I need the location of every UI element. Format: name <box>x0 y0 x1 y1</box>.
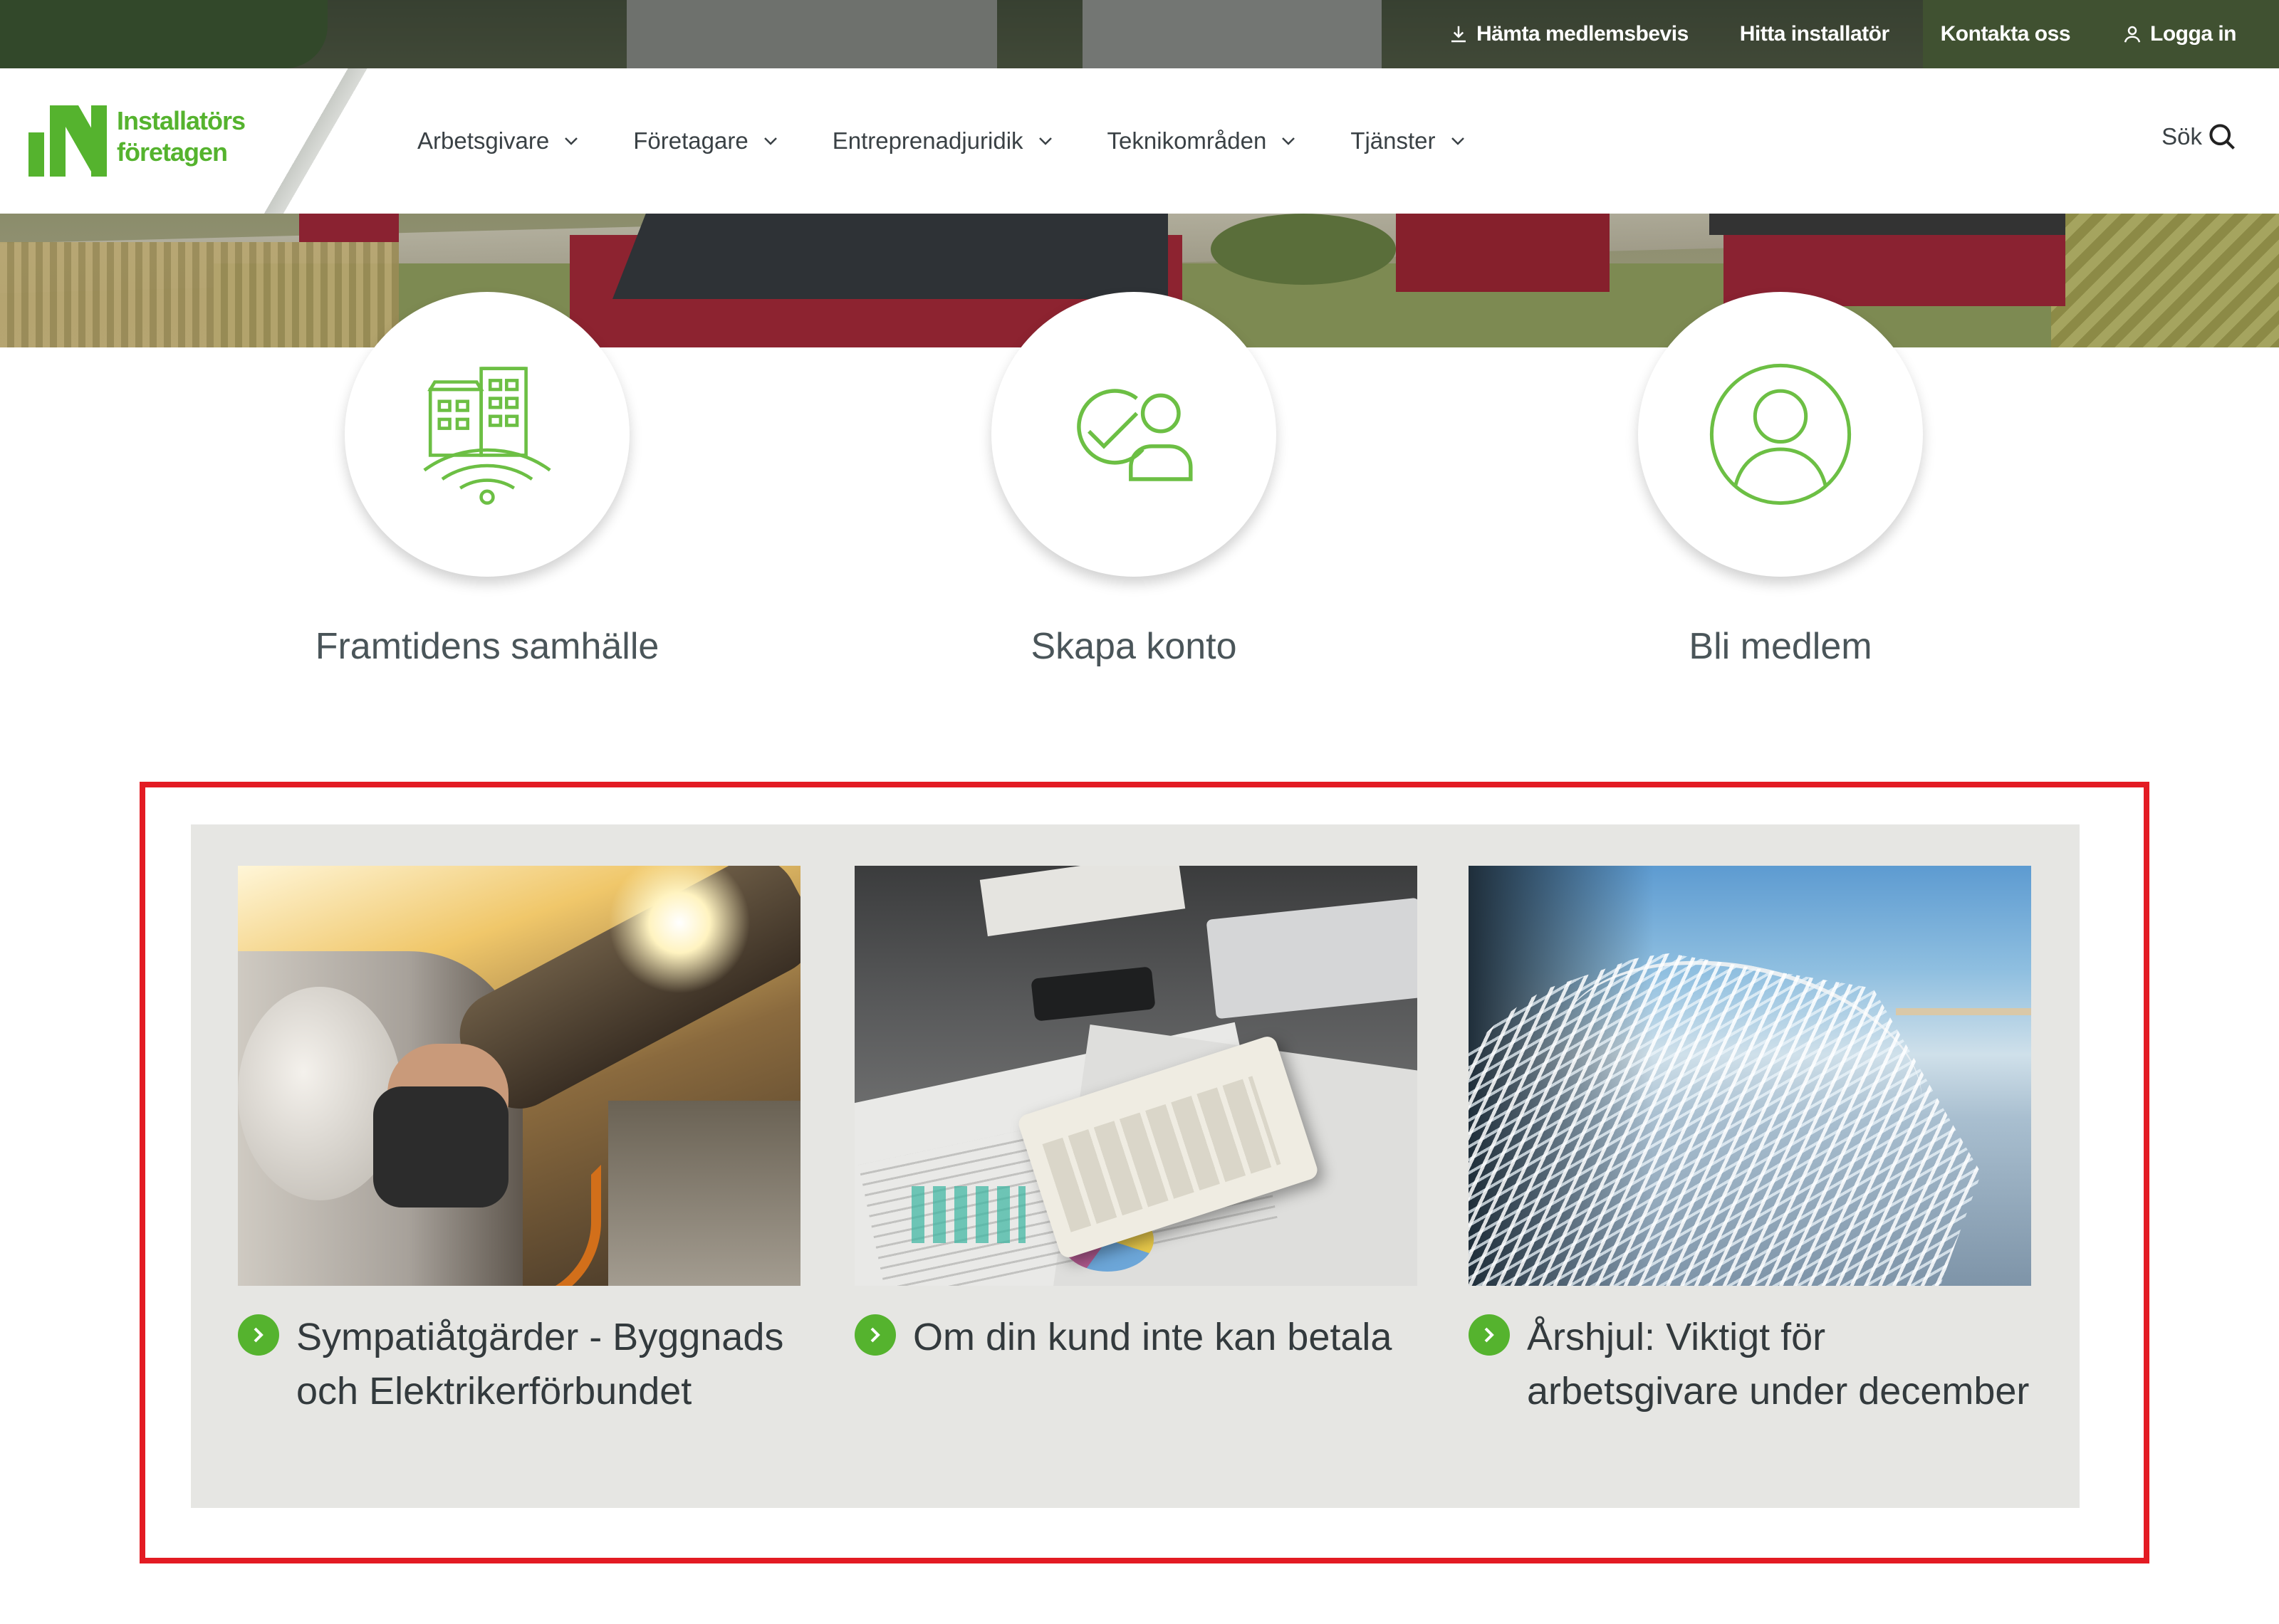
nav-item-teknikomraden[interactable]: Teknikområden <box>1107 127 1297 154</box>
news-card-title[interactable]: Om din kund inte kan betala <box>913 1310 1392 1364</box>
arrow-right-circle-icon <box>1469 1314 1510 1356</box>
quick-link-bli-medlem[interactable]: Bli medlem <box>1638 292 1923 668</box>
quick-link-circle[interactable] <box>345 292 630 577</box>
search-button[interactable]: Sök <box>2161 121 2238 152</box>
chevron-down-icon <box>1451 137 1464 145</box>
quick-link-circle[interactable] <box>1638 292 1923 577</box>
download-membership-label: Hämta medlemsbevis <box>1476 22 1689 46</box>
nav-item-label: Entreprenadjuridik <box>832 127 1023 154</box>
download-icon <box>1451 26 1466 43</box>
utility-bar: Hämta medlemsbevis Hitta installatör Kon… <box>0 0 2279 68</box>
news-card-title[interactable]: Sympatiåtgärder - Byggnads och Elektrike… <box>296 1310 800 1418</box>
quick-link-label[interactable]: Skapa konto <box>920 625 1347 668</box>
main-navbar: Installatörs företagen Arbetsgivare Före… <box>0 68 2279 214</box>
news-panel: Sympatiåtgärder - Byggnads och Elektrike… <box>191 824 2080 1508</box>
news-card-title-row[interactable]: Årshjul: Viktigt för arbetsgivare under … <box>1469 1310 2031 1418</box>
download-membership-link[interactable]: Hämta medlemsbevis <box>1448 22 1689 46</box>
user-icon <box>2124 26 2141 43</box>
quick-link-label[interactable]: Framtidens samhälle <box>273 625 701 668</box>
chevron-down-icon <box>1282 137 1295 145</box>
login-label: Logga in <box>2150 22 2236 46</box>
login-link[interactable]: Logga in <box>2122 22 2236 46</box>
nav-item-label: Teknikområden <box>1107 127 1267 154</box>
search-icon <box>2209 124 2235 150</box>
news-card[interactable]: Om din kund inte kan betala <box>855 866 1417 1364</box>
nav-item-label: Tjänster <box>1350 127 1436 154</box>
nav-item-arbetsgivare[interactable]: Arbetsgivare <box>417 127 579 154</box>
arrow-right-circle-icon <box>238 1314 279 1356</box>
logo-mark-icon <box>28 105 107 177</box>
news-card-title-row[interactable]: Om din kund inte kan betala <box>855 1310 1417 1364</box>
news-card-title-row[interactable]: Sympatiåtgärder - Byggnads och Elektrike… <box>238 1310 800 1418</box>
logo-stripe <box>242 68 399 214</box>
user-circle-icon <box>1709 363 1852 505</box>
find-installer-label: Hitta installatör <box>1739 22 1889 46</box>
smart-building-icon <box>423 367 551 505</box>
logo-line-2: företagen <box>117 137 228 167</box>
news-card[interactable]: Årshjul: Viktigt för arbetsgivare under … <box>1469 866 2031 1418</box>
frosty-grass-photo[interactable] <box>1469 866 2031 1286</box>
nav-item-label: Arbetsgivare <box>417 127 550 154</box>
quick-link-circle[interactable] <box>991 292 1276 577</box>
contact-link[interactable]: Kontakta oss <box>1940 22 2071 46</box>
calculator-papers-photo[interactable] <box>855 866 1417 1286</box>
nav-item-label: Företagare <box>633 127 749 154</box>
contact-label: Kontakta oss <box>1940 22 2071 46</box>
quick-link-label[interactable]: Bli medlem <box>1567 625 1994 668</box>
search-label: Sök <box>2161 123 2202 150</box>
nav-menu: Arbetsgivare Företagare Entreprenadjurid… <box>417 68 1466 214</box>
quick-link-skapa-konto[interactable]: Skapa konto <box>991 292 1276 668</box>
news-card-title[interactable]: Årshjul: Viktigt för arbetsgivare under … <box>1527 1310 2031 1418</box>
quick-link-framtidens-samhalle[interactable]: Framtidens samhälle <box>315 292 659 668</box>
news-card[interactable]: Sympatiåtgärder - Byggnads och Elektrike… <box>238 866 800 1418</box>
nav-item-entreprenadjuridik[interactable]: Entreprenadjuridik <box>833 127 1053 154</box>
find-installer-link[interactable]: Hitta installatör <box>1740 22 1889 46</box>
verified-user-icon <box>1077 389 1193 481</box>
nav-item-tjanster[interactable]: Tjänster <box>1350 127 1465 154</box>
logo-text: Installatörs företagen <box>117 105 246 168</box>
chevron-down-icon <box>763 137 777 145</box>
ev-charging-photo[interactable] <box>238 866 800 1286</box>
logo-line-1: Installatörs <box>117 106 246 135</box>
chevron-down-icon <box>1038 137 1052 145</box>
chevron-down-icon <box>565 137 578 145</box>
nav-item-foretagare[interactable]: Företagare <box>633 127 778 154</box>
arrow-right-circle-icon <box>855 1314 896 1356</box>
